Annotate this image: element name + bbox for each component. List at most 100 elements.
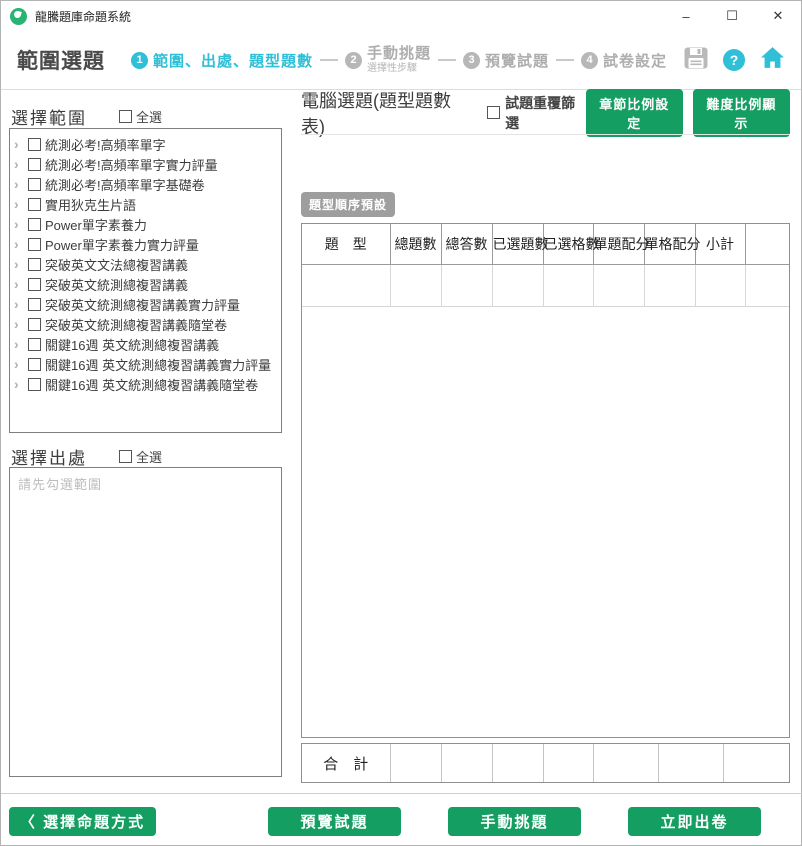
chevron-right-icon[interactable]: › <box>14 157 24 171</box>
tree-item[interactable]: › 突破英文統測總複習講義 <box>12 274 279 294</box>
tree-item[interactable]: › 統測必考!高頻率單字實力評量 <box>12 154 279 174</box>
step-4-number: 4 <box>581 52 598 69</box>
tree-item-checkbox[interactable] <box>28 238 41 251</box>
col-points-per-blank: 單格配分 <box>644 224 695 264</box>
wizard-header: 範圍選題 1 範圍、出處、題型題數 2 手動挑題 選擇性步驟 3 預覽試題 4 … <box>1 31 801 90</box>
minimize-button[interactable]: – <box>663 1 709 31</box>
question-type-table: 題 型 總題數 總答數 已選題數 已選格數 單題配分 單格配分 小計 <box>301 223 790 738</box>
col-subtotal: 小計 <box>695 224 745 264</box>
step-2-manual-pick[interactable]: 2 手動挑題 選擇性步驟 <box>345 46 431 74</box>
manual-pick-button[interactable]: 手動挑題 <box>448 807 581 836</box>
chevron-right-icon[interactable]: › <box>14 297 24 311</box>
tree-item[interactable]: › Power單字素養力 <box>12 214 279 234</box>
source-select-all-checkbox[interactable] <box>119 450 132 463</box>
tree-item-label: 統測必考!高頻率單字基礎卷 <box>45 175 205 194</box>
step-1-range[interactable]: 1 範圍、出處、題型題數 <box>131 50 313 71</box>
chevron-right-icon[interactable]: › <box>14 277 24 291</box>
step-3-label: 預覽試題 <box>485 50 549 71</box>
tree-item-checkbox[interactable] <box>28 158 41 171</box>
step-4-label: 試卷設定 <box>603 50 667 71</box>
wizard-steps: 1 範圍、出處、題型題數 2 手動挑題 選擇性步驟 3 預覽試題 4 試卷設定 <box>131 46 667 74</box>
chevron-right-icon[interactable]: › <box>14 337 24 351</box>
home-icon[interactable] <box>760 46 785 74</box>
range-tree: › 統測必考!高頻率單字 › 統測必考!高頻率單字實力評量 › 統測必考!高頻率… <box>9 128 282 433</box>
generate-paper-button[interactable]: 立即出卷 <box>628 807 761 836</box>
range-select-all-label: 全選 <box>136 107 162 126</box>
tree-item[interactable]: › 突破英文文法總複習講義 <box>12 254 279 274</box>
tree-item-checkbox[interactable] <box>28 378 41 391</box>
tree-item[interactable]: › 關鍵16週 英文統測總複習講義實力評量 <box>12 354 279 374</box>
col-question-type: 題 型 <box>302 224 390 264</box>
chevron-right-icon[interactable]: › <box>14 217 24 231</box>
table-empty-row <box>302 264 789 306</box>
chevron-right-icon[interactable]: › <box>14 197 24 211</box>
tree-item-checkbox[interactable] <box>28 178 41 191</box>
maximize-button[interactable]: ☐ <box>709 1 755 31</box>
tree-item[interactable]: › 突破英文統測總複習講義實力評量 <box>12 294 279 314</box>
range-section-header: 選擇範圍 全選 <box>11 104 162 129</box>
close-button[interactable]: ✕ <box>755 1 801 31</box>
tree-item-checkbox[interactable] <box>28 278 41 291</box>
app-title: 龍騰題庫命題系統 <box>35 8 131 25</box>
tree-item[interactable]: › 統測必考!高頻率單字基礎卷 <box>12 174 279 194</box>
chapter-ratio-button[interactable]: 章節比例設定 <box>586 89 683 137</box>
step-3-preview[interactable]: 3 預覽試題 <box>463 50 549 71</box>
help-icon[interactable]: ? <box>723 49 745 71</box>
back-to-method-button[interactable]: 〈 選擇命題方式 <box>9 807 156 836</box>
duplicate-filter-checkbox[interactable] <box>487 106 500 119</box>
col-total-answers: 總答數 <box>441 224 492 264</box>
source-list: 請先勾選範圍 <box>9 467 282 777</box>
tree-item-checkbox[interactable] <box>28 338 41 351</box>
duplicate-filter[interactable]: 試題重覆篩選 <box>487 93 586 133</box>
col-selected-blanks: 已選格數 <box>543 224 593 264</box>
chevron-right-icon[interactable]: › <box>14 237 24 251</box>
tree-item-checkbox[interactable] <box>28 138 41 151</box>
tree-item-label: Power單字素養力 <box>45 215 147 234</box>
footer-divider <box>1 793 802 794</box>
page-title: 範圍選題 <box>17 45 105 75</box>
chevron-right-icon[interactable]: › <box>14 177 24 191</box>
range-select-all[interactable]: 全選 <box>119 107 162 126</box>
tree-item-checkbox[interactable] <box>28 298 41 311</box>
chevron-right-icon[interactable]: › <box>14 357 24 371</box>
range-select-all-checkbox[interactable] <box>119 110 132 123</box>
col-total-questions: 總題數 <box>390 224 441 264</box>
step-2-number: 2 <box>345 52 362 69</box>
preview-questions-button[interactable]: 預覽試題 <box>268 807 401 836</box>
tree-item-checkbox[interactable] <box>28 358 41 371</box>
source-section-title: 選擇出處 <box>11 444 87 469</box>
source-section-header: 選擇出處 全選 <box>11 444 162 469</box>
step-1-number: 1 <box>131 52 148 69</box>
tree-item-checkbox[interactable] <box>28 198 41 211</box>
tree-item-checkbox[interactable] <box>28 258 41 271</box>
tree-item[interactable]: › 關鍵16週 英文統測總複習講義隨堂卷 <box>12 374 279 394</box>
col-selected-questions: 已選題數 <box>492 224 543 264</box>
col-points-per-question: 單題配分 <box>593 224 644 264</box>
source-select-all-label: 全選 <box>136 447 162 466</box>
tree-item-checkbox[interactable] <box>28 218 41 231</box>
computer-pick-title: 電腦選題(題型題數表) <box>301 87 469 139</box>
save-icon[interactable] <box>684 47 708 74</box>
step-3-number: 3 <box>463 52 480 69</box>
tree-item-checkbox[interactable] <box>28 318 41 331</box>
difficulty-ratio-button[interactable]: 難度比例顯示 <box>693 89 790 137</box>
source-select-all[interactable]: 全選 <box>119 447 162 466</box>
totals-row: 合 計 <box>301 743 790 783</box>
chevron-right-icon[interactable]: › <box>14 137 24 151</box>
window-titlebar: 龍騰題庫命題系統 – ☐ ✕ <box>1 1 801 31</box>
tree-item[interactable]: › 突破英文統測總複習講義隨堂卷 <box>12 314 279 334</box>
window-controls: – ☐ ✕ <box>663 1 801 31</box>
tree-item[interactable]: › 關鍵16週 英文統測總複習講義 <box>12 334 279 354</box>
step-1-label: 範圍、出處、題型題數 <box>153 50 313 71</box>
question-type-order-chip[interactable]: 題型順序預設 <box>301 192 395 217</box>
step-4-paper-settings[interactable]: 4 試卷設定 <box>581 50 667 71</box>
tree-item[interactable]: › 統測必考!高頻率單字 <box>12 134 279 154</box>
chevron-right-icon[interactable]: › <box>14 257 24 271</box>
chevron-right-icon[interactable]: › <box>14 317 24 331</box>
step-2-sublabel: 選擇性步驟 <box>367 63 431 74</box>
chevron-right-icon[interactable]: › <box>14 377 24 391</box>
tree-item[interactable]: › 實用狄克生片語 <box>12 194 279 214</box>
tree-item-label: 關鍵16週 英文統測總複習講義實力評量 <box>45 355 271 374</box>
tree-item-label: 突破英文統測總複習講義 <box>45 275 188 294</box>
tree-item[interactable]: › Power單字素養力實力評量 <box>12 234 279 254</box>
